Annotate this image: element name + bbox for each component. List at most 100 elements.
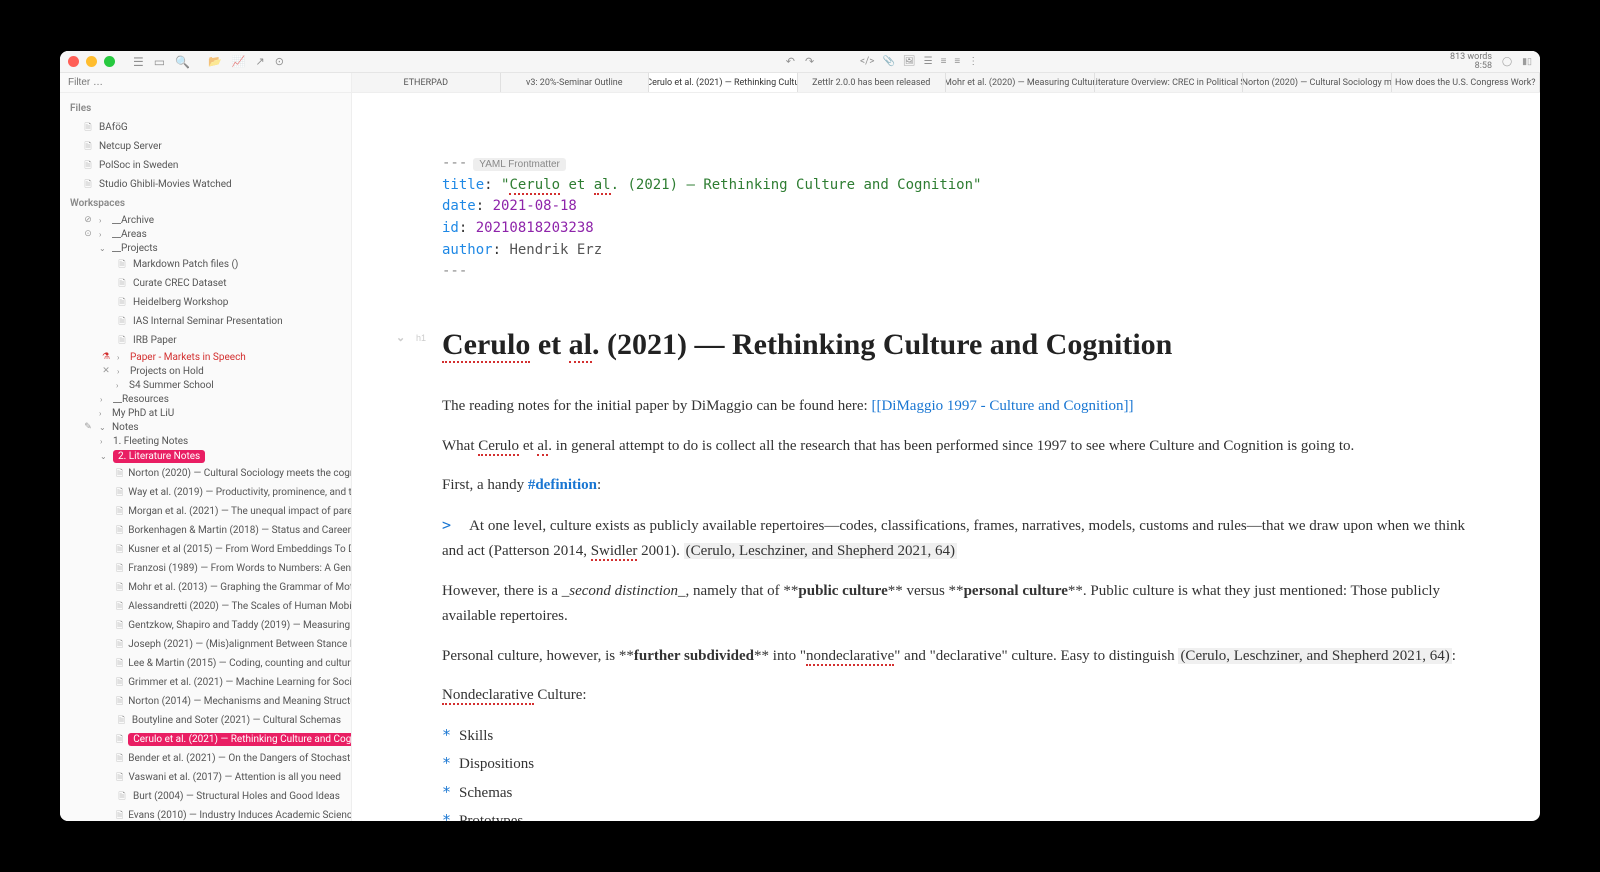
sidebar-label: Norton (2020) — Cultural Sociology meets… bbox=[128, 468, 351, 479]
files-header: Files bbox=[60, 99, 351, 118]
filter-input[interactable] bbox=[60, 73, 352, 92]
hashtag[interactable]: #definition bbox=[528, 477, 597, 493]
sidebar-file[interactable]: 🗎Joseph (2021) — (Mis)alignment Between … bbox=[60, 635, 351, 654]
sidebar-toggle-icon[interactable]: ☰ bbox=[133, 55, 144, 69]
link-icon[interactable]: ↗ bbox=[255, 55, 264, 68]
sidebar-label: Alessandretti (2020) — The Scales of Hum… bbox=[128, 601, 351, 612]
sidebar-item-paper-markets[interactable]: ⚗›Paper - Markets in Speech bbox=[60, 350, 351, 364]
sidebar-file[interactable]: 🗎Norton (2014) — Mechanisms and Meaning … bbox=[60, 692, 351, 711]
sidebar-file[interactable]: 🗎Netcup Server bbox=[60, 137, 351, 156]
file-icon: 🗎 bbox=[116, 504, 123, 520]
image-icon[interactable]: 🖼 bbox=[903, 56, 916, 67]
sidebar-file[interactable]: 🗎 Alessandretti (2020) — The Scales of Hu… bbox=[60, 597, 351, 616]
indent-right-icon[interactable]: ≡ bbox=[954, 56, 960, 67]
tab[interactable]: Cerulo et al. (2021) — Rethinking Cultu bbox=[649, 73, 798, 92]
more-icon[interactable]: ⋮ bbox=[968, 56, 978, 67]
tab[interactable]: Literature Overview: CREC in Political S bbox=[1095, 73, 1244, 92]
sidebar-file[interactable]: 🗎IRB Paper bbox=[60, 331, 351, 350]
minimize-icon[interactable] bbox=[86, 56, 97, 67]
code-icon[interactable]: </> bbox=[860, 56, 874, 67]
tab[interactable]: Mohr et al. (2020) — Measuring Cultur bbox=[946, 73, 1095, 92]
indent-left-icon[interactable]: ≡ bbox=[941, 56, 947, 67]
bullet-icon: * bbox=[442, 754, 451, 772]
sidebar-label: Heidelberg Workshop bbox=[133, 297, 228, 308]
paragraph: What Cerulo et al. in general attempt to… bbox=[442, 434, 1470, 460]
file-icon: 🗎 bbox=[116, 770, 123, 786]
wikilink[interactable]: [[DiMaggio 1997 - Culture and Cognition]… bbox=[871, 398, 1133, 414]
sidebar-item-current-note[interactable]: 🗎Cerulo et al. (2021) — Rethinking Cultu… bbox=[60, 730, 351, 749]
forward-icon[interactable]: ↷ bbox=[805, 55, 814, 68]
search-icon[interactable]: 🔍 bbox=[175, 55, 190, 69]
layout-icon[interactable]: ▭ bbox=[154, 55, 165, 69]
heading-1: ⌄ h1 Cerulo et al. (2021) — Rethinking C… bbox=[442, 319, 1470, 370]
tag-icon[interactable]: ⊙ bbox=[275, 55, 284, 68]
tab[interactable]: Norton (2020) — Cultural Sociology m bbox=[1243, 73, 1392, 92]
sidebar-item-projects-hold[interactable]: ✕›Projects on Hold bbox=[60, 364, 351, 378]
sidebar-item-lit-notes[interactable]: ⌄2. Literature Notes bbox=[60, 448, 351, 464]
sidebar-file[interactable]: 🗎Way et al. (2019) — Productivity, promi… bbox=[60, 483, 351, 502]
sidebar-label: Burt (2004) — Structural Holes and Good … bbox=[133, 791, 340, 802]
file-icon: 🗎 bbox=[116, 808, 123, 822]
maximize-icon[interactable] bbox=[104, 56, 115, 67]
sidebar-file[interactable]: 🗎 Morgan et al. (2021) — The unequal impa… bbox=[60, 502, 351, 521]
blockquote: > At one level, culture exists as public… bbox=[442, 513, 1470, 565]
open-icon[interactable]: 📂 bbox=[208, 55, 222, 68]
sidebar-file[interactable]: 🗎Borkenhagen & Martin (2018) — Status an… bbox=[60, 521, 351, 540]
sidebar-file[interactable]: 🗎Heidelberg Workshop bbox=[60, 293, 351, 312]
stats-icon[interactable]: 📈 bbox=[232, 55, 246, 68]
toggle-sidebar-icon[interactable]: ▮▯ bbox=[1522, 57, 1532, 67]
sidebar-file[interactable]: 🗎Markdown Patch files () bbox=[60, 255, 351, 274]
sidebar-file[interactable]: 🗎Curate CREC Dataset bbox=[60, 274, 351, 293]
fold-icon[interactable]: ⌄ bbox=[396, 329, 405, 348]
sidebar-item-fleeting[interactable]: ›1. Fleeting Notes bbox=[60, 434, 351, 448]
sidebar-file[interactable]: 🗎Boutyline and Soter (2021) — Cultural S… bbox=[60, 711, 351, 730]
sidebar-file[interactable]: 🗎Kusner et al (2015) — From Word Embeddi… bbox=[60, 540, 351, 559]
back-icon[interactable]: ↶ bbox=[786, 55, 795, 68]
sidebar-file[interactable]: 🗎Bender et al. (2021) — On the Dangers o… bbox=[60, 749, 351, 768]
sidebar-label: Morgan et al. (2021) — The unequal impac… bbox=[128, 506, 351, 517]
list-item: *Schemas bbox=[442, 780, 1470, 807]
sidebar-file[interactable]: 🗎 Burt (2004) — Structural Holes and Good… bbox=[60, 787, 351, 806]
file-icon: 🗎 bbox=[116, 599, 123, 615]
pomodoro-icon[interactable]: ◯ bbox=[1502, 57, 1512, 67]
sidebar-label: Mohr et al. (2013) — Graphing the Gramma… bbox=[128, 582, 351, 593]
sidebar-label: 1. Fleeting Notes bbox=[113, 436, 188, 447]
tab[interactable]: ETHERPAD bbox=[352, 73, 501, 92]
sidebar-file[interactable]: 🗎BAföG bbox=[60, 118, 351, 137]
sidebar-file[interactable]: 🗎 Grimmer et al. (2021) — Machine Learnin… bbox=[60, 673, 351, 692]
file-icon: 🗎 bbox=[116, 713, 127, 729]
file-icon: 🗎 bbox=[116, 789, 128, 805]
list-icon[interactable]: ☰ bbox=[924, 56, 933, 67]
sidebar-item-phd[interactable]: ›My PhD at LiU bbox=[60, 406, 351, 420]
bullet-icon: * bbox=[442, 726, 451, 744]
attach-icon[interactable]: 📎 bbox=[882, 56, 894, 67]
sidebar-file[interactable]: 🗎Norton (2020) — Cultural Sociology meet… bbox=[60, 464, 351, 483]
sidebar-label: Borkenhagen & Martin (2018) — Status and… bbox=[128, 525, 351, 536]
sidebar-file[interactable]: 🗎Evans (2010) — Industry Induces Academi… bbox=[60, 806, 351, 821]
sidebar-item-s4[interactable]: ›S4 Summer School bbox=[60, 378, 351, 392]
tab[interactable]: v3: 20%-Seminar Outline bbox=[501, 73, 650, 92]
sidebar-item-notes[interactable]: ✎⌄Notes bbox=[60, 420, 351, 434]
quote-marker: > bbox=[442, 516, 469, 534]
close-icon[interactable] bbox=[68, 56, 79, 67]
sidebar-label: Grimmer et al. (2021) — Machine Learning… bbox=[128, 677, 351, 688]
sidebar-file[interactable]: 🗎IAS Internal Seminar Presentation bbox=[60, 312, 351, 331]
tab[interactable]: Zettlr 2.0.0 has been released bbox=[798, 73, 947, 92]
sidebar-file[interactable]: 🗎Lee & Martin (2015) — Coding, counting … bbox=[60, 654, 351, 673]
sidebar-item-areas[interactable]: ⊙›__Areas bbox=[60, 227, 351, 241]
sidebar-file[interactable]: 🗎Studio Ghibli-Movies Watched bbox=[60, 175, 351, 194]
file-icon: 🗎 bbox=[116, 675, 123, 691]
sidebar-item-archive[interactable]: ⊘›__Archive bbox=[60, 213, 351, 227]
sidebar-label: Gentzkow, Shapiro and Taddy (2019) — Mea… bbox=[128, 620, 351, 631]
sidebar-file[interactable]: 🗎PolSoc in Sweden bbox=[60, 156, 351, 175]
sidebar-file[interactable]: 🗎Gentzkow, Shapiro and Taddy (2019) — Me… bbox=[60, 616, 351, 635]
sidebar-label: IAS Internal Seminar Presentation bbox=[133, 316, 283, 327]
sidebar-file[interactable]: 🗎Vaswani et al. (2017) — Attention is al… bbox=[60, 768, 351, 787]
sidebar-item-projects[interactable]: ⌄__Projects bbox=[60, 241, 351, 255]
editor-pane[interactable]: ---YAML Frontmatter title: "Cerulo et al… bbox=[352, 93, 1540, 821]
sidebar-label: S4 Summer School bbox=[129, 380, 214, 391]
sidebar-item-resources[interactable]: ›__Resources bbox=[60, 392, 351, 406]
sidebar-file[interactable]: 🗎Mohr et al. (2013) — Graphing the Gramm… bbox=[60, 578, 351, 597]
sidebar-file[interactable]: 🗎Franzosi (1989) — From Words to Numbers… bbox=[60, 559, 351, 578]
tab[interactable]: How does the U.S. Congress Work? bbox=[1392, 73, 1541, 92]
